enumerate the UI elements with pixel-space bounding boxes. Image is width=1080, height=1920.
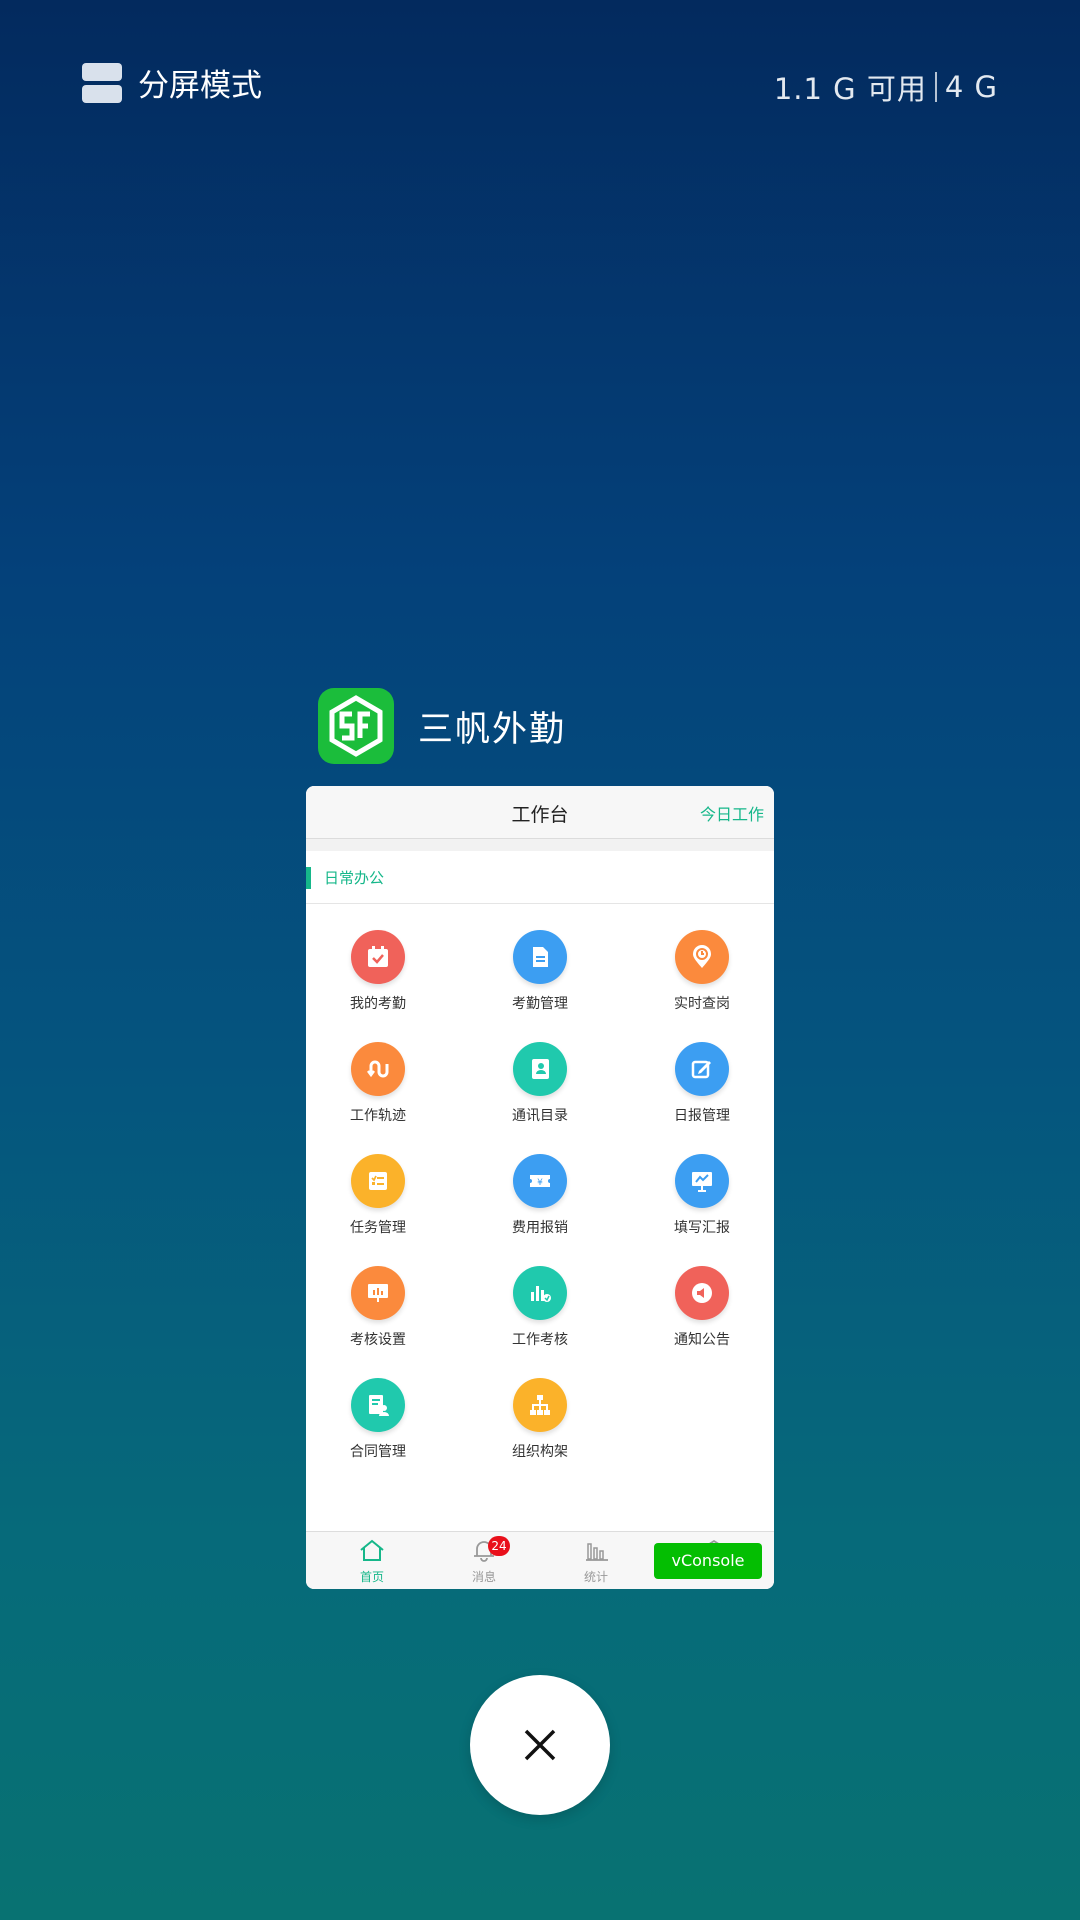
tile-label: 考勤管理 bbox=[512, 996, 568, 1012]
split-screen-button[interactable]: 分屏模式 bbox=[82, 60, 262, 105]
memory-info: 1.1 G 可用 4 G bbox=[774, 66, 998, 108]
section-header: 日常办公 bbox=[306, 851, 774, 904]
tab-messages-label: 消息 bbox=[471, 1570, 496, 1584]
app-header[interactable]: 三帆外勤 bbox=[318, 688, 566, 764]
tile-label: 考核设置 bbox=[350, 1332, 406, 1348]
route-icon bbox=[351, 1042, 405, 1096]
tile-label: 通讯目录 bbox=[512, 1108, 568, 1124]
tab-messages[interactable]: 24 消息 bbox=[444, 1536, 524, 1585]
tile-task-management[interactable]: 任务管理 bbox=[318, 1154, 438, 1237]
bar-chart-check-icon bbox=[513, 1266, 567, 1320]
app-preview-card[interactable]: 工作台 今日工作 日常办公 我的考勤 考勤管理 实时查岗 工作轨迹 通讯目录 日… bbox=[306, 786, 774, 1589]
tab-home-label: 首页 bbox=[359, 1570, 384, 1584]
tile-work-track[interactable]: 工作轨迹 bbox=[318, 1042, 438, 1125]
tile-expense[interactable]: ¥ 费用报销 bbox=[480, 1154, 600, 1237]
tile-label: 任务管理 bbox=[350, 1220, 406, 1236]
tile-label: 日报管理 bbox=[674, 1108, 730, 1124]
section-label: 日常办公 bbox=[324, 869, 385, 887]
message-count-badge: 24 bbox=[488, 1536, 510, 1556]
tile-label: 费用报销 bbox=[512, 1220, 568, 1236]
tile-label: 工作轨迹 bbox=[350, 1108, 406, 1124]
contact-book-icon bbox=[513, 1042, 567, 1096]
tile-daily-report[interactable]: 日报管理 bbox=[642, 1042, 762, 1125]
bar-chart-icon bbox=[586, 1543, 608, 1561]
split-screen-icon bbox=[82, 62, 122, 103]
home-icon bbox=[360, 1539, 384, 1561]
tile-label: 合同管理 bbox=[350, 1444, 406, 1460]
divider bbox=[306, 839, 774, 851]
edit-icon bbox=[675, 1042, 729, 1096]
tile-label: 填写汇报 bbox=[674, 1220, 730, 1236]
tile-label: 实时查岗 bbox=[674, 996, 730, 1012]
tab-bar: 首页 24 消息 统计 vConsole bbox=[306, 1531, 774, 1589]
vconsole-button[interactable]: vConsole bbox=[654, 1543, 762, 1579]
board-chart-icon bbox=[351, 1266, 405, 1320]
memory-total: 4 G bbox=[944, 70, 998, 104]
svg-text:¥: ¥ bbox=[537, 1178, 543, 1188]
calendar-check-icon bbox=[351, 930, 405, 984]
document-icon bbox=[513, 930, 567, 984]
tab-statistics-label: 统计 bbox=[583, 1570, 608, 1584]
tile-work-assessment[interactable]: 工作考核 bbox=[480, 1266, 600, 1349]
tile-label: 工作考核 bbox=[512, 1332, 568, 1348]
contract-icon bbox=[351, 1378, 405, 1432]
tile-notice[interactable]: 通知公告 bbox=[642, 1266, 762, 1349]
task-list-icon bbox=[351, 1154, 405, 1208]
section-accent bbox=[306, 867, 311, 889]
location-clock-icon bbox=[675, 930, 729, 984]
tile-submit-report[interactable]: 填写汇报 bbox=[642, 1154, 762, 1237]
org-chart-icon bbox=[513, 1378, 567, 1432]
memory-divider bbox=[934, 72, 937, 102]
close-all-button[interactable] bbox=[470, 1675, 610, 1815]
speaker-icon bbox=[675, 1266, 729, 1320]
tile-realtime-check[interactable]: 实时查岗 bbox=[642, 930, 762, 1013]
tab-home[interactable]: 首页 bbox=[332, 1538, 412, 1585]
today-work-link[interactable]: 今日工作 bbox=[700, 801, 764, 825]
tile-contract-management[interactable]: 合同管理 bbox=[318, 1378, 438, 1461]
app-name: 三帆外勤 bbox=[418, 709, 567, 750]
tile-contacts[interactable]: 通讯目录 bbox=[480, 1042, 600, 1125]
card-nav-bar: 工作台 今日工作 bbox=[306, 786, 774, 839]
ticket-yen-icon: ¥ bbox=[513, 1154, 567, 1208]
tile-org-structure[interactable]: 组织构架 bbox=[480, 1378, 600, 1461]
tile-label: 我的考勤 bbox=[350, 996, 406, 1012]
tile-label: 通知公告 bbox=[674, 1332, 730, 1348]
presentation-icon bbox=[675, 1154, 729, 1208]
tile-label: 组织构架 bbox=[512, 1444, 568, 1460]
app-logo-icon bbox=[318, 688, 394, 764]
close-icon bbox=[524, 1729, 556, 1761]
memory-available: 1.1 G 可用 bbox=[773, 72, 927, 106]
tab-statistics[interactable]: 统计 bbox=[556, 1538, 636, 1585]
tile-assessment-settings[interactable]: 考核设置 bbox=[318, 1266, 438, 1349]
tile-my-attendance[interactable]: 我的考勤 bbox=[318, 930, 438, 1013]
split-screen-label: 分屏模式 bbox=[138, 68, 262, 104]
tile-attendance-management[interactable]: 考勤管理 bbox=[480, 930, 600, 1013]
